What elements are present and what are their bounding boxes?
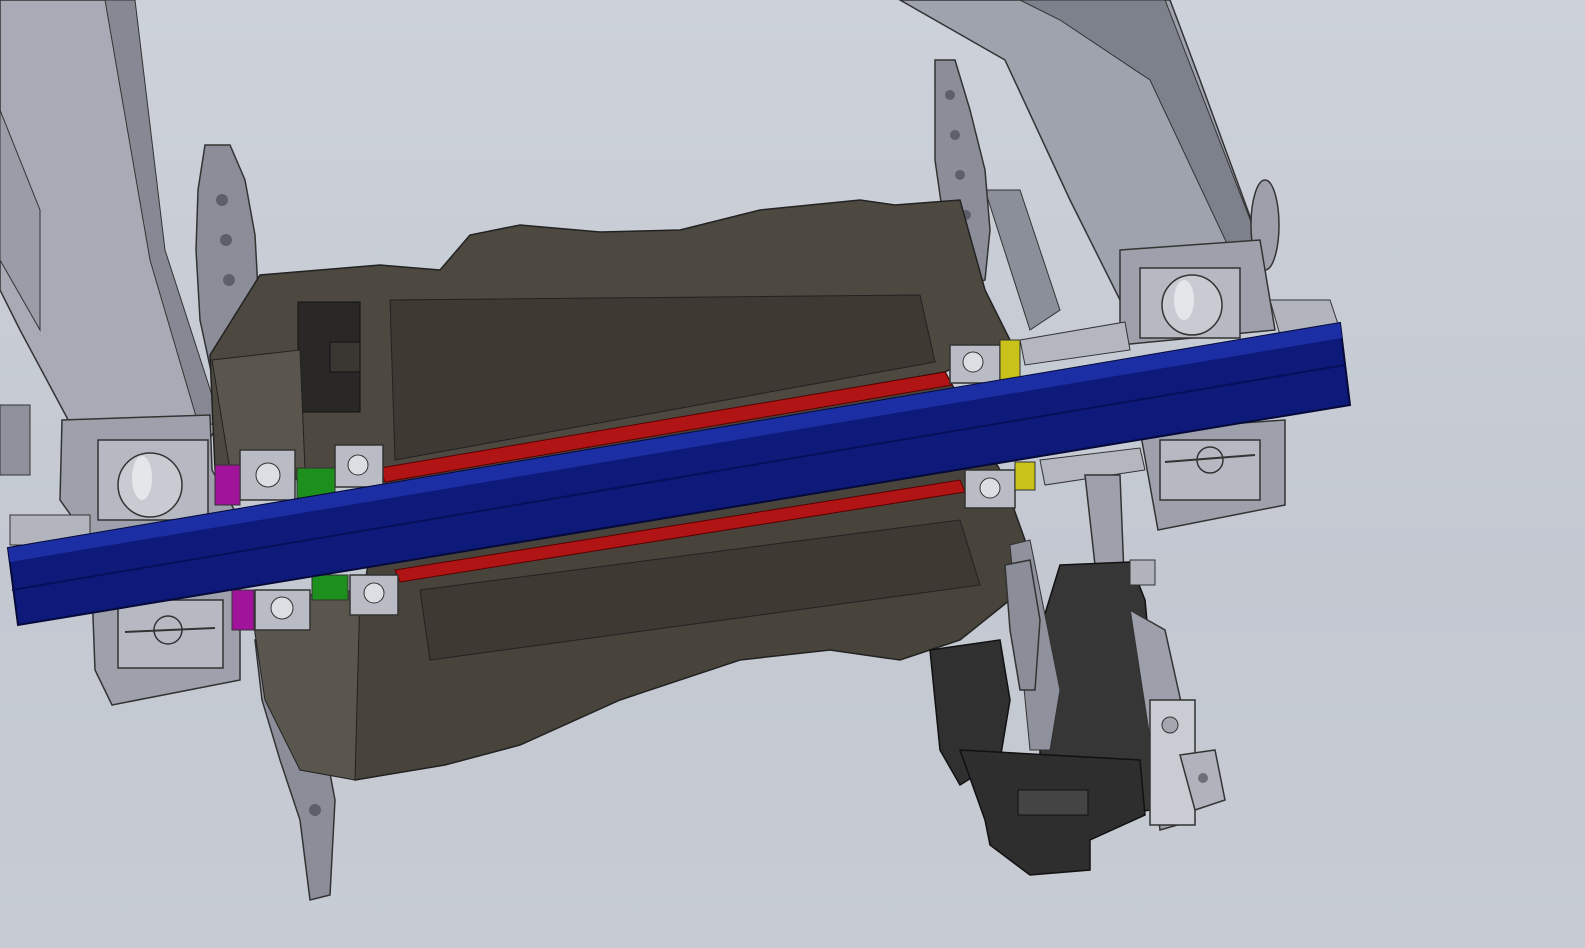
left-suspension-arm[interactable] [0, 0, 221, 476]
hub-assembly-section-view [0, 0, 1352, 901]
cad-viewport[interactable] [0, 0, 1585, 948]
